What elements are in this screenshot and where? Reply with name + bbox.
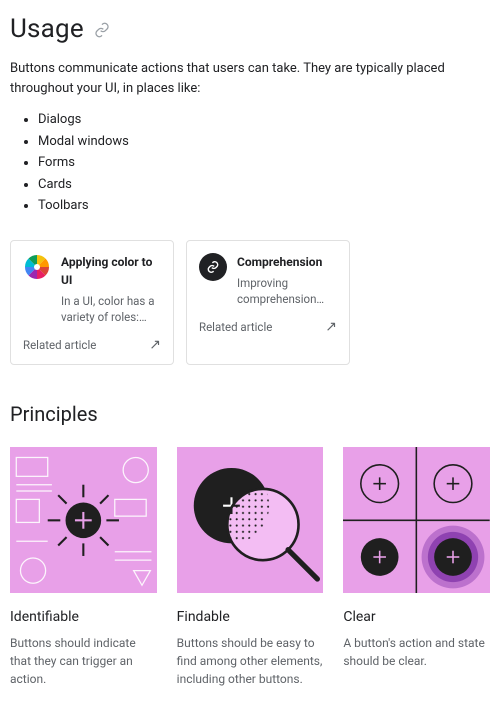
card-title: Applying color to UI — [61, 253, 161, 289]
principle-title: Identifiable — [10, 607, 157, 628]
card-desc: In a UI, color has a variety of roles:… — [61, 293, 161, 325]
card-desc: Improving comprehension… — [237, 275, 337, 307]
principle-illustration-clear — [343, 447, 490, 594]
list-item: Forms — [38, 153, 490, 173]
link-chain-icon — [199, 253, 227, 281]
related-cards-row: Applying color to UI In a UI, color has … — [10, 240, 490, 365]
principles-row: Identifiable Buttons should indicate tha… — [10, 447, 490, 689]
principle-findable: Findable Buttons should be easy to find … — [177, 447, 324, 689]
usage-list: Dialogs Modal windows Forms Cards Toolba… — [10, 110, 490, 216]
principle-clear: Clear A button's action and state should… — [343, 447, 490, 689]
usage-heading: Usage — [10, 10, 490, 49]
arrow-outward-icon: ↗ — [149, 335, 161, 356]
usage-title: Usage — [10, 10, 84, 49]
principle-title: Clear — [343, 607, 490, 628]
principle-identifiable: Identifiable Buttons should indicate tha… — [10, 447, 157, 689]
principle-illustration-identifiable — [10, 447, 157, 594]
color-wheel-icon — [23, 253, 51, 281]
anchor-link-icon[interactable] — [94, 22, 110, 38]
card-title: Comprehension — [237, 253, 337, 271]
principle-title: Findable — [177, 607, 324, 628]
principle-desc: Buttons should indicate that they can tr… — [10, 634, 157, 688]
principle-desc: A button's action and state should be cl… — [343, 634, 490, 670]
list-item: Cards — [38, 175, 490, 195]
card-footer-label: Related article — [199, 319, 272, 336]
arrow-outward-icon: ↗ — [325, 317, 337, 338]
principles-heading: Principles — [10, 399, 490, 429]
usage-intro: Buttons communicate actions that users c… — [10, 59, 490, 98]
list-item: Modal windows — [38, 132, 490, 152]
list-item: Dialogs — [38, 110, 490, 130]
related-card-comprehension[interactable]: Comprehension Improving comprehension… R… — [186, 240, 350, 365]
principle-desc: Buttons should be easy to find among oth… — [177, 634, 324, 688]
card-footer-label: Related article — [23, 337, 96, 354]
list-item: Toolbars — [38, 196, 490, 216]
principle-illustration-findable — [177, 447, 324, 594]
related-card-color[interactable]: Applying color to UI In a UI, color has … — [10, 240, 174, 365]
